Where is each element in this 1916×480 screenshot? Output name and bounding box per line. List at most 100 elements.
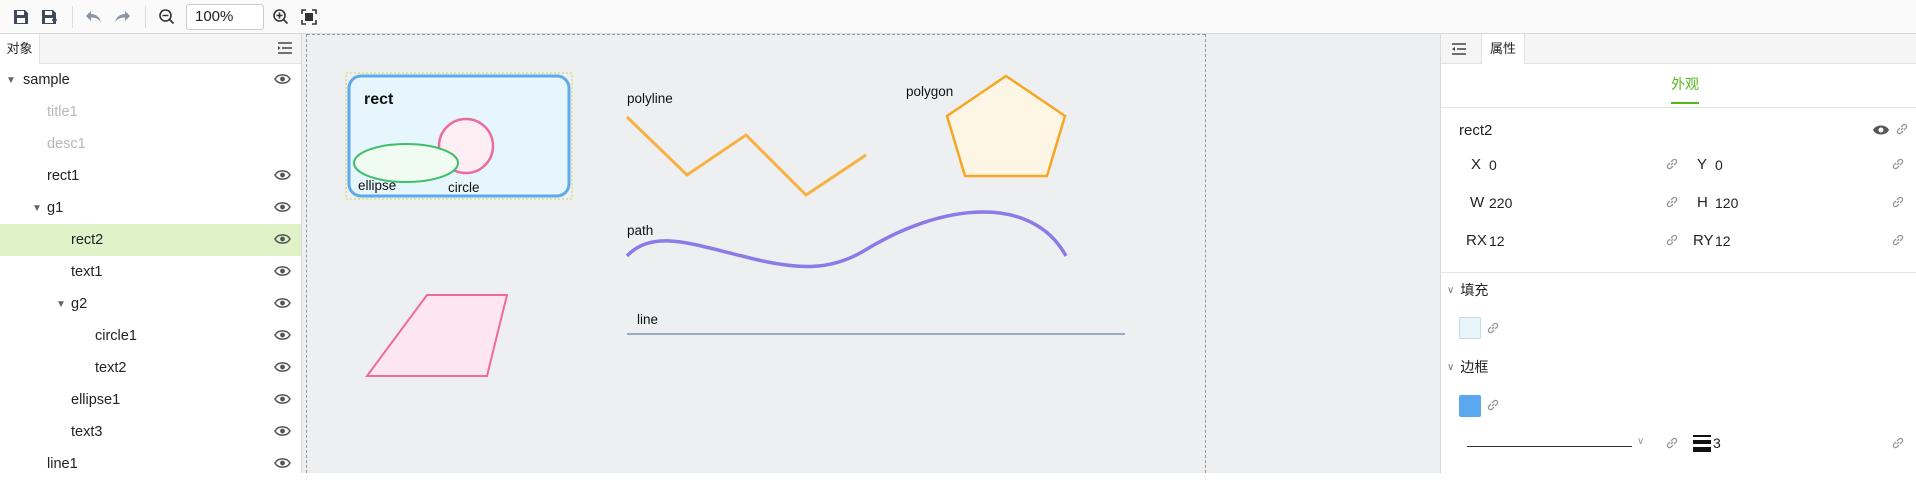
path-label: path: [627, 223, 653, 238]
link-icon[interactable]: [1665, 436, 1679, 453]
stroke-width-icon: [1693, 434, 1711, 455]
tree-item-text2[interactable]: text2: [0, 352, 301, 384]
link-icon[interactable]: [1665, 195, 1679, 212]
undo-icon[interactable]: [81, 4, 107, 30]
tree-item-label: desc1: [47, 136, 86, 152]
polygon-label: polygon: [906, 84, 953, 99]
zoom-in-icon[interactable]: [268, 4, 294, 30]
w-input[interactable]: 220: [1489, 195, 1512, 211]
link-icon[interactable]: [1486, 321, 1500, 338]
panel-menu-icon[interactable]: [277, 41, 293, 58]
y-label: Y: [1697, 156, 1708, 173]
visibility-eye-icon[interactable]: [1872, 123, 1890, 139]
tree-item-g2[interactable]: ▼ g2: [0, 288, 301, 320]
visibility-eye-icon[interactable]: [274, 265, 291, 281]
stroke-section-header[interactable]: ∨ 边框: [1441, 354, 1916, 380]
save-as-icon[interactable]: [36, 4, 62, 30]
visibility-eye-icon[interactable]: [274, 73, 291, 89]
link-icon[interactable]: [1665, 157, 1679, 174]
tree-item-label: ellipse1: [71, 392, 121, 408]
link-icon[interactable]: [1891, 195, 1905, 212]
visibility-eye-icon[interactable]: [274, 425, 291, 441]
polyline-shape[interactable]: [625, 115, 867, 197]
link-icon[interactable]: [1665, 233, 1679, 250]
visibility-eye-icon[interactable]: [274, 361, 291, 377]
tree-item-text1[interactable]: text1: [0, 256, 301, 288]
tab-properties[interactable]: 属性: [1481, 34, 1525, 64]
visibility-eye-icon[interactable]: [274, 297, 291, 313]
canvas-area[interactable]: rect ellipse circle polyline polygon pat…: [302, 34, 1440, 473]
tab-appearance[interactable]: 外观: [1671, 74, 1699, 104]
link-icon[interactable]: [1895, 122, 1909, 139]
tree-item-sample[interactable]: ▼ sample: [0, 64, 301, 96]
object-tree: ▼ sample title1 desc1 rect1 ▼ g1 rect2 text1 ▼ g2 c…: [0, 64, 301, 480]
visibility-eye-icon[interactable]: [274, 457, 291, 473]
link-icon[interactable]: [1486, 398, 1500, 415]
tree-item-rect1[interactable]: rect1: [0, 160, 301, 192]
objects-panel: 对象 ▼ sample title1 desc1 rect1 ▼ g1 rect2 text1 ▼…: [0, 34, 302, 473]
chevron-down-icon: ∨: [1447, 361, 1455, 373]
toolbar-separator: [72, 5, 73, 28]
stroke-color-swatch[interactable]: [1459, 395, 1481, 417]
visibility-eye-icon[interactable]: [274, 201, 291, 217]
collapse-panel-icon[interactable]: [1451, 42, 1467, 59]
tree-item-label: title1: [47, 104, 78, 120]
tree-item-rect2[interactable]: rect2: [0, 224, 301, 256]
expand-caret-icon[interactable]: ▼: [56, 299, 66, 310]
tree-item-desc1[interactable]: desc1: [0, 128, 301, 160]
tree-item-circle1[interactable]: circle1: [0, 320, 301, 352]
ry-input[interactable]: 12: [1715, 233, 1731, 249]
tree-item-line1[interactable]: line1: [0, 448, 301, 480]
rect-label: rect: [364, 91, 394, 108]
save-icon[interactable]: [8, 4, 34, 30]
object-name: rect2: [1459, 122, 1493, 139]
x-input[interactable]: 0: [1489, 157, 1497, 173]
h-label: H: [1697, 194, 1708, 211]
polyline-label: polyline: [627, 91, 673, 106]
link-icon[interactable]: [1891, 157, 1905, 174]
zoom-out-icon[interactable]: [154, 4, 180, 30]
visibility-eye-icon[interactable]: [274, 329, 291, 345]
expand-caret-icon[interactable]: ▼: [6, 75, 16, 86]
parallelogram-shape[interactable]: [365, 294, 509, 377]
path-shape[interactable]: [625, 210, 1068, 269]
tree-item-ellipse1[interactable]: ellipse1: [0, 384, 301, 416]
svg-stage[interactable]: rect ellipse circle polyline polygon pat…: [302, 34, 1440, 473]
tree-item-g1[interactable]: ▼ g1: [0, 192, 301, 224]
rx-input[interactable]: 12: [1489, 233, 1505, 249]
visibility-eye-icon[interactable]: [274, 393, 291, 409]
stroke-section-title: 边框: [1460, 359, 1489, 375]
stroke-width-input[interactable]: 3: [1713, 435, 1721, 451]
tab-objects[interactable]: 对象: [0, 34, 40, 64]
w-label: W: [1470, 194, 1485, 211]
appearance-tabbar: 外观: [1441, 64, 1916, 108]
h-input[interactable]: 120: [1715, 195, 1738, 211]
visibility-eye-icon[interactable]: [274, 233, 291, 249]
expand-caret-icon[interactable]: ▼: [32, 203, 42, 214]
link-icon[interactable]: [1891, 233, 1905, 250]
tree-item-label: text1: [71, 264, 103, 280]
tree-item-label: text2: [95, 360, 127, 376]
properties-tabbar: 属性: [1441, 34, 1916, 64]
redo-icon[interactable]: [109, 4, 135, 30]
fill-section-header[interactable]: ∨ 填充: [1441, 277, 1916, 303]
polygon-shape[interactable]: [945, 74, 1067, 178]
tree-item-label: rect1: [47, 168, 80, 184]
y-input[interactable]: 0: [1715, 157, 1723, 173]
tree-item-label: line1: [47, 456, 78, 472]
fill-section-title: 填充: [1460, 282, 1489, 298]
line-label: line: [637, 312, 658, 327]
tree-item-label: text3: [71, 424, 103, 440]
x-label: X: [1471, 156, 1482, 173]
tree-item-text3[interactable]: text3: [0, 416, 301, 448]
ellipse-shape[interactable]: [353, 143, 459, 183]
link-icon[interactable]: [1891, 436, 1905, 453]
zoom-input[interactable]: 100%: [186, 3, 264, 30]
dash-style-select[interactable]: [1467, 446, 1632, 447]
tree-item-label: circle1: [95, 328, 137, 344]
tree-item-title1[interactable]: title1: [0, 96, 301, 128]
fit-screen-icon[interactable]: [296, 4, 322, 30]
fill-color-swatch[interactable]: [1459, 317, 1481, 339]
chevron-down-icon[interactable]: ∨: [1637, 436, 1644, 447]
visibility-eye-icon[interactable]: [274, 169, 291, 185]
